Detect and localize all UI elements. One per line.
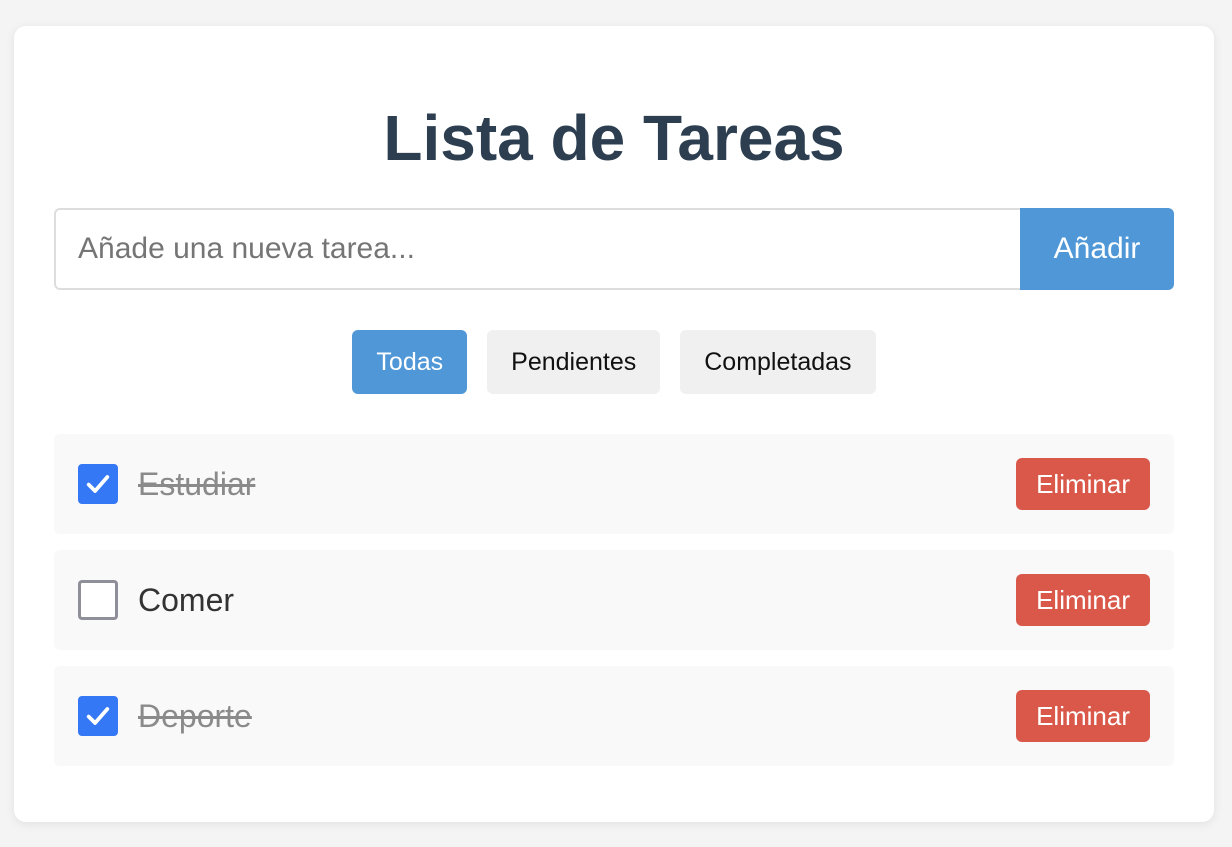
page-title: Lista de Tareas [383,102,845,174]
add-task-button[interactable]: Añadir [1020,208,1174,290]
filter-pending-button[interactable]: Pendientes [487,330,661,394]
task-label: Estudiar [138,465,256,502]
delete-task-button[interactable]: Eliminar [1016,574,1150,626]
delete-task-button[interactable]: Eliminar [1016,458,1150,510]
filter-all-button[interactable]: Todas [352,330,468,394]
check-icon [86,707,110,725]
task-item: Estudiar Eliminar [54,434,1174,534]
todo-card: Lista de Tareas Añadir Todas Pendientes … [14,26,1214,822]
filter-completed-button[interactable]: Completadas [680,330,876,394]
check-icon [86,475,110,493]
delete-task-button[interactable]: Eliminar [1016,690,1150,742]
filter-bar: Todas Pendientes Completadas [14,330,1214,394]
task-item: Comer Eliminar [54,550,1174,650]
add-task-form: Añadir [54,208,1174,290]
new-task-input[interactable] [54,208,1020,290]
task-label: Deporte [138,697,252,734]
task-checkbox[interactable] [78,464,118,504]
task-checkbox[interactable] [78,580,118,620]
task-checkbox[interactable] [78,696,118,736]
task-label: Comer [138,581,235,618]
task-list: Estudiar Eliminar Comer Eliminar Deporte… [54,434,1174,766]
task-item: Deporte Eliminar [54,666,1174,766]
